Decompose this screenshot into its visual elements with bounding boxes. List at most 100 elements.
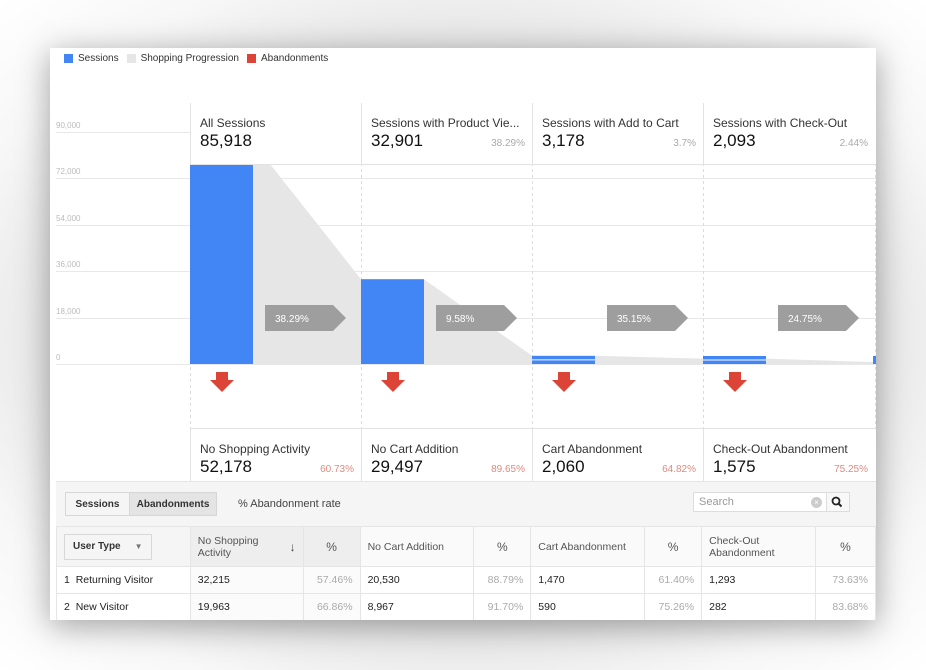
stage-value: 2,093 [713,131,756,150]
row-dimension: 2 New Visitor [56,593,191,620]
clear-search-icon[interactable]: × [811,497,822,508]
stage-header-add-to-cart[interactable]: Sessions with Add to Cart 3,178 3.7% [532,103,704,165]
progression-rate-arrow: 24.75% [778,305,859,331]
sessions-toggle-button[interactable]: Sessions [65,492,130,516]
column-header-pct[interactable]: % [814,526,876,567]
legend-item-shopping-progression: Shopping Progression [126,52,239,64]
abandonment-pct: 60.73% [320,464,354,475]
legend-label: Shopping Progression [140,52,239,64]
stage-title: All Sessions [200,116,266,130]
progression-rate-label: 38.29% [275,314,309,325]
abandonment-rate-label: % Abandonment rate [238,498,341,510]
progression-rate-label: 9.58% [446,314,474,325]
funnel-panel: Sessions Shopping Progression Abandonmen… [50,48,876,620]
sort-descending-icon: ↓ [289,539,296,554]
legend-swatch-progression [126,53,136,63]
search-placeholder: Search [699,496,734,508]
chart-legend: Sessions Shopping Progression Abandonmen… [64,51,336,65]
abandonment-pct: 89.65% [491,464,525,475]
legend-item-abandonments: Abandonments [246,53,328,64]
search-input[interactable]: Search × [693,492,827,512]
abandonment-arrow-icon [723,372,747,392]
funnel-chart: 90,000 72,000 54,000 36,000 18,000 0 38.29% 9.… [50,75,876,490]
cell-pct: 61.40% [644,566,703,594]
stage-value: 3,178 [542,131,585,150]
cell-pct: 66.86% [302,593,361,620]
column-header-no-shopping-activity[interactable]: No Shopping Activity ↓ [189,526,304,567]
abandonment-title: No Shopping Activity [200,442,311,456]
cell: 1,293 [701,566,816,594]
cell-pct: 88.79% [473,566,532,594]
row-name[interactable]: Returning Visitor [76,574,153,586]
stage-header-check-out[interactable]: Sessions with Check-Out 2,093 2.44% [703,103,876,165]
column-header-cart-abandonment[interactable]: Cart Abandonment [530,526,646,567]
cell-pct: 83.68% [814,593,876,620]
sessions-bar[interactable] [190,142,253,364]
progression-area [595,355,703,364]
row-dimension: 1 Returning Visitor [56,566,191,594]
progression-rate-arrow: 9.58% [436,305,517,331]
abandonment-value: 2,060 [542,457,585,476]
stage-pct: 2.44% [839,138,868,149]
stage-title: Sessions with Check-Out [713,116,848,130]
cell: 282 [701,593,816,620]
search-button[interactable] [827,492,850,512]
column-header-pct[interactable]: % [473,526,532,567]
table-row: 1 Returning Visitor 32,215 57.46% 20,530… [56,566,876,594]
legend-item-sessions: Sessions [64,53,119,64]
row-index: 1 [64,574,70,586]
abandonment-arrow-icon [552,372,576,392]
cell-pct: 75.26% [644,593,703,620]
abandonment-value: 29,497 [371,457,423,476]
legend-swatch-sessions [64,53,73,63]
stage-pct: 3.7% [673,138,696,149]
cell-pct: 73.63% [814,566,876,594]
cell: 590 [530,593,646,620]
dimension-header: User Type ▼ [56,526,191,567]
stage-title: Sessions with Product Vie... [371,116,520,130]
progression-rate-arrow: 38.29% [265,305,346,331]
column-header-pct[interactable]: % [644,526,703,567]
stage-pct: 38.29% [491,138,525,149]
legend-swatch-abandonments [246,53,256,63]
search-icon [831,496,843,508]
cell-pct: 91.70% [473,593,532,620]
table-row: 2 New Visitor 19,963 66.86% 8,967 91.70%… [56,593,876,620]
table-toolbar: Sessions Abandonments % Abandonment rate… [56,481,876,528]
progression-rate-label: 24.75% [788,314,822,325]
cell: 1,470 [530,566,646,594]
stage-header-all-sessions[interactable]: All Sessions 85,918 [190,103,362,165]
progression-rate-arrow: 35.15% [607,305,688,331]
abandonment-title: No Cart Addition [371,442,459,456]
cell: 8,967 [359,593,475,620]
cell: 19,963 [189,593,304,620]
user-type-label: User Type [73,541,121,552]
abandonment-value: 1,575 [713,457,756,476]
user-type-dropdown[interactable]: User Type ▼ [64,533,152,560]
abandonment-pct: 75.25% [834,464,868,475]
abandonment-arrow-icon [210,372,234,392]
column-header-label: No Shopping Activity [197,534,259,559]
column-header-pct[interactable]: % [302,526,361,567]
abandonment-value: 52,178 [200,457,252,476]
column-header-check-out-abandonment[interactable]: Check-Out Abandonment [701,526,816,567]
progression-area [766,358,875,364]
cell-pct: 57.46% [302,566,361,594]
abandonment-pct: 64.82% [662,464,696,475]
abandonment-title: Cart Abandonment [542,442,643,456]
cell: 32,215 [189,566,304,594]
abandonments-toggle-button[interactable]: Abandonments [129,492,217,516]
sessions-bar[interactable] [361,279,424,364]
cell: 20,530 [359,566,475,594]
column-header-no-cart-addition[interactable]: No Cart Addition [359,526,475,567]
stage-header-product-view[interactable]: Sessions with Product Vie... 32,901 38.2… [361,103,533,165]
row-name[interactable]: New Visitor [76,601,129,613]
abandonment-title: Check-Out Abandonment [713,442,848,456]
sessions-bar-next [873,356,876,364]
legend-label: Sessions [78,52,119,64]
table-header-row: User Type ▼ No Shopping Activity ↓ % No … [56,526,876,567]
stage-value: 85,918 [200,131,252,150]
stage-title: Sessions with Add to Cart [542,116,679,130]
abandonment-table: User Type ▼ No Shopping Activity ↓ % No … [56,526,876,620]
chevron-down-icon: ▼ [134,542,143,551]
